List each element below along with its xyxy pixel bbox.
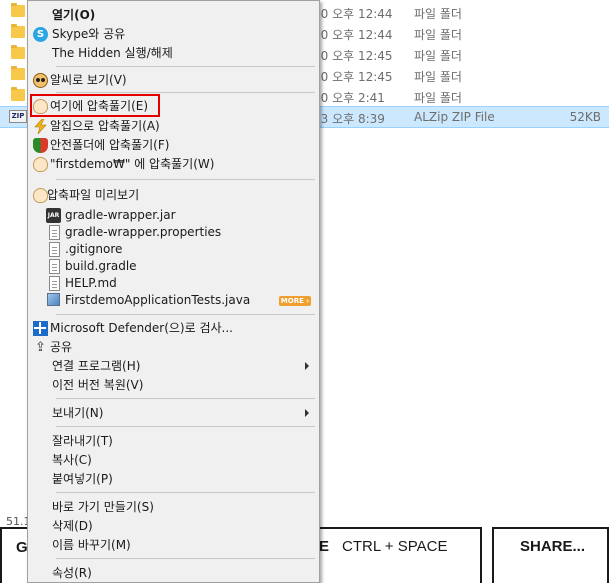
menu-separator xyxy=(56,398,315,399)
menu-item-open-with[interactable]: 연결 프로그램(H) xyxy=(30,357,317,376)
menu-item-hidden-toggle[interactable]: The Hidden 실행/해제 xyxy=(30,44,317,63)
menu-item-label: "firstdemo₩" 에 압축풀기(W) xyxy=(50,157,215,171)
shortcut-button[interactable]: E CTRL + SPACE xyxy=(300,527,482,583)
menu-item-label: 연결 프로그램(H) xyxy=(52,359,141,373)
folder-icon xyxy=(11,66,25,80)
folder-icon xyxy=(11,24,25,38)
java-file-icon xyxy=(47,293,60,306)
shortcut-button-label: CTRL + SPACE xyxy=(342,538,448,555)
document-icon xyxy=(49,242,60,257)
preview-file-item[interactable]: FirstdemoApplicationTests.java xyxy=(30,291,317,310)
file-date: 30 오후 12:45 xyxy=(313,70,393,84)
zip-file-icon: ZIP xyxy=(9,110,27,123)
alzip-egg-icon xyxy=(33,188,48,203)
file-date: 30 오후 12:44 xyxy=(313,7,393,21)
file-date: 03 오후 8:39 xyxy=(313,112,385,126)
preview-file-label: FirstdemoApplicationTests.java xyxy=(65,293,251,307)
folder-icon xyxy=(11,87,25,101)
menu-separator xyxy=(56,426,315,427)
share-button-label: SHARE... xyxy=(520,538,586,555)
menu-separator xyxy=(56,314,315,315)
alsee-owl-icon xyxy=(33,73,48,88)
submenu-arrow-icon xyxy=(305,362,309,370)
menu-item-properties[interactable]: 속성(R) xyxy=(30,564,317,583)
menu-item-label: 속성(R) xyxy=(52,566,92,580)
menu-item-label: 바로 가기 만들기(S) xyxy=(52,500,154,514)
menu-item-safe-folder-extract[interactable]: 안전폴더에 압축풀기(F) xyxy=(30,136,317,155)
file-date: 30 오후 12:45 xyxy=(313,49,393,63)
menu-item-paste[interactable]: 붙여넣기(P) xyxy=(30,470,317,489)
menu-item-label: Microsoft Defender(으)로 검사... xyxy=(50,321,233,335)
menu-item-label: 압축파일 미리보기 xyxy=(47,188,140,202)
share-icon: ⇪ xyxy=(35,340,46,355)
preview-file-label: HELP.md xyxy=(65,276,117,290)
defender-icon xyxy=(33,321,48,336)
menu-separator xyxy=(56,492,315,493)
preview-file-label: gradle-wrapper.jar xyxy=(65,208,176,222)
menu-item-label: 붙여넣기(P) xyxy=(52,472,113,486)
menu-item-delete[interactable]: 삭제(D) xyxy=(30,517,317,536)
menu-item-label: Skype와 공유 xyxy=(52,27,126,41)
folder-icon xyxy=(11,3,25,17)
document-icon xyxy=(49,259,60,274)
file-size: 52KB xyxy=(569,110,601,124)
menu-item-send-to[interactable]: 보내기(N) xyxy=(30,404,317,423)
alzip-egg-icon xyxy=(33,157,48,172)
menu-separator xyxy=(56,558,315,559)
menu-item-label: 알씨로 보기(V) xyxy=(50,73,127,87)
document-icon xyxy=(49,225,60,240)
menu-item-skype-share[interactable]: S Skype와 공유 xyxy=(30,25,317,44)
file-type: 파일 폴더 xyxy=(414,49,462,63)
file-type: 파일 폴더 xyxy=(414,91,462,105)
menu-item-label: 잘라내기(T) xyxy=(52,434,113,448)
preview-file-label: .gitignore xyxy=(65,242,123,256)
menu-item-rename[interactable]: 이름 바꾸기(M) xyxy=(30,536,317,555)
menu-item-label: 알집으로 압축풀기(A) xyxy=(50,119,160,133)
menu-item-label: The Hidden 실행/해제 xyxy=(52,46,173,60)
menu-item-copy[interactable]: 복사(C) xyxy=(30,451,317,470)
menu-separator xyxy=(56,179,315,180)
preview-file-label: gradle-wrapper.properties xyxy=(65,225,222,239)
submenu-arrow-icon xyxy=(305,409,309,417)
menu-item-label: 이름 바꾸기(M) xyxy=(52,538,131,552)
file-type: 파일 폴더 xyxy=(414,7,462,21)
file-type: ALZip ZIP File xyxy=(414,110,495,124)
highlight-box xyxy=(30,94,160,117)
menu-item-restore-previous[interactable]: 이전 버전 복원(V) xyxy=(30,376,317,395)
context-menu: 열기(O) S Skype와 공유 The Hidden 실행/해제 알씨로 보… xyxy=(27,0,320,583)
left-button-label: G xyxy=(16,539,28,556)
menu-separator xyxy=(56,66,315,67)
file-date: 30 오후 12:44 xyxy=(313,28,393,42)
menu-item-label: 안전폴더에 압축풀기(F) xyxy=(50,138,170,152)
shield-icon xyxy=(33,138,48,153)
menu-item-alsee-view[interactable]: 알씨로 보기(V) xyxy=(30,71,317,90)
jar-file-icon: JAR xyxy=(46,208,61,223)
menu-separator xyxy=(56,92,315,93)
folder-icon xyxy=(11,45,25,59)
menu-item-cut[interactable]: 잘라내기(T) xyxy=(30,432,317,451)
menu-item-defender-scan[interactable]: Microsoft Defender(으)로 검사... xyxy=(30,319,317,338)
menu-item-label: 열기(O) xyxy=(52,8,96,22)
more-badge[interactable]: MORE › xyxy=(279,296,311,306)
file-type: 파일 폴더 xyxy=(414,28,462,42)
menu-item-share[interactable]: ⇪ 공유 xyxy=(30,338,317,357)
menu-item-create-shortcut[interactable]: 바로 가기 만들기(S) xyxy=(30,498,317,517)
menu-item-label: 공유 xyxy=(50,340,73,354)
menu-item-preview-archive[interactable]: 압축파일 미리보기 xyxy=(30,186,317,205)
shortcut-button-fragment: E xyxy=(319,538,330,555)
preview-file-label: build.gradle xyxy=(65,259,137,273)
menu-item-extract-to-folder[interactable]: "firstdemo₩" 에 압축풀기(W) xyxy=(30,155,317,174)
menu-item-open[interactable]: 열기(O) xyxy=(30,6,317,25)
skype-icon: S xyxy=(33,27,48,42)
file-type: 파일 폴더 xyxy=(414,70,462,84)
file-date: 30 오후 2:41 xyxy=(313,91,385,105)
lightning-icon xyxy=(33,118,48,135)
menu-item-label: 이전 버전 복원(V) xyxy=(52,378,144,392)
document-icon xyxy=(49,276,60,291)
share-button[interactable]: SHARE... xyxy=(492,527,609,583)
menu-item-label: 삭제(D) xyxy=(52,519,93,533)
menu-item-alzip-extract[interactable]: 알집으로 압축풀기(A) xyxy=(30,117,317,136)
menu-item-label: 보내기(N) xyxy=(52,406,104,420)
menu-item-label: 복사(C) xyxy=(52,453,92,467)
